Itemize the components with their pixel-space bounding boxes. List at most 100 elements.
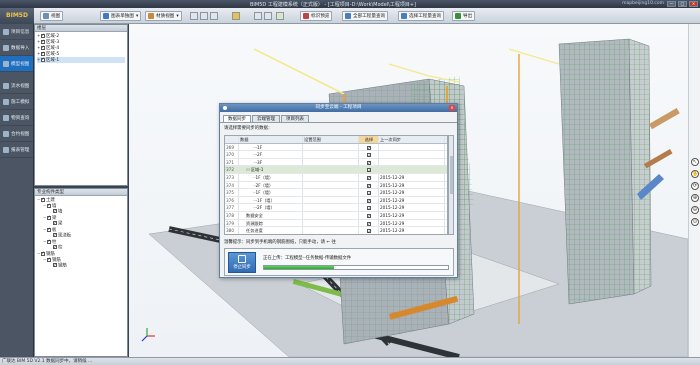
checkbox[interactable]	[47, 238, 51, 244]
col-header-data[interactable]: 数据	[239, 136, 303, 143]
nav-item-data-import[interactable]: 数据导入	[0, 40, 33, 56]
table-row[interactable]: 378 数据安全 2015-12-29	[225, 211, 447, 220]
checkbox[interactable]	[53, 220, 57, 226]
zoom-fit-icon[interactable]: ⊙	[691, 218, 699, 226]
export-button[interactable]: 导出	[452, 11, 476, 21]
row-select[interactable]	[359, 181, 379, 189]
maximize-button[interactable]: □	[678, 1, 687, 7]
highlight-tool-icon[interactable]	[232, 12, 240, 20]
nav-item-report[interactable]: 报表管理	[0, 142, 33, 158]
row-range[interactable]	[303, 143, 359, 151]
row-select[interactable]	[359, 151, 379, 158]
zoom-in-icon[interactable]: ⊕	[691, 194, 699, 202]
select-tool-icon[interactable]	[190, 12, 198, 20]
row-checkbox[interactable]	[367, 190, 371, 196]
checkbox[interactable]	[41, 32, 45, 38]
row-select[interactable]	[359, 219, 379, 227]
row-checkbox[interactable]	[367, 174, 371, 181]
row-range[interactable]	[303, 158, 359, 166]
nav-item-material-query[interactable]: 物资查询	[0, 110, 33, 126]
checkbox[interactable]	[47, 202, 51, 208]
chart-view-dropdown[interactable]: 图表单独图 ▾	[100, 11, 142, 21]
grid-scrollbar[interactable]	[448, 135, 454, 235]
row-checkbox[interactable]	[367, 182, 371, 188]
row-select[interactable]	[359, 158, 379, 166]
pointer-tool-icon[interactable]: ↖	[691, 158, 699, 166]
col-header-range[interactable]: 设置范围	[303, 136, 359, 143]
table-row[interactable]: 374┄2F（墙） 2015-12-29	[225, 181, 447, 190]
table-row[interactable]: 377┄-2F（墙） 2015-12-29	[225, 204, 447, 212]
stop-sync-button[interactable]: 停止同步	[228, 252, 256, 273]
rotate-tool-icon[interactable]: ⟳	[691, 182, 699, 190]
tab-project-list[interactable]: 项目列表	[281, 115, 309, 122]
query-selected-button[interactable]: 选择工程量查询	[398, 11, 445, 21]
table-row[interactable]: 372 ⊟ 区域-1	[225, 166, 447, 174]
row-checkbox[interactable]	[367, 159, 371, 165]
checkbox[interactable]	[53, 232, 57, 238]
table-row[interactable]: 380 任务进度 2015-12-29	[225, 227, 447, 234]
tag-preview-button[interactable]: 标识预览	[300, 11, 333, 21]
table-row[interactable]: 369 ┄-1F	[225, 143, 447, 152]
checkbox[interactable]	[41, 44, 45, 50]
dialog-close-icon[interactable]: ✕	[449, 105, 455, 111]
row-checkbox[interactable]	[367, 205, 371, 211]
grid-tool-icon[interactable]	[264, 12, 272, 20]
material-view-dropdown[interactable]: 材质视图 ▾	[145, 11, 182, 21]
checkbox[interactable]	[41, 196, 45, 202]
checkbox[interactable]	[41, 250, 45, 256]
row-select[interactable]	[359, 189, 379, 196]
row-select[interactable]	[359, 196, 379, 204]
row-select[interactable]	[359, 204, 379, 211]
table-row[interactable]: 371 ┄-3F	[225, 158, 447, 167]
checkbox[interactable]	[53, 208, 57, 214]
row-range[interactable]	[303, 196, 359, 204]
row-range[interactable]	[303, 151, 359, 158]
row-checkbox[interactable]	[367, 144, 371, 150]
scrollbar-thumb[interactable]	[450, 156, 453, 194]
row-select[interactable]	[359, 227, 379, 234]
tab-cloud-manage[interactable]: 云端管理	[252, 115, 280, 122]
row-select[interactable]	[359, 166, 379, 173]
zoom-out-icon[interactable]: ⊖	[691, 206, 699, 214]
checkbox[interactable]	[47, 256, 51, 262]
checkbox[interactable]	[47, 214, 51, 220]
row-checkbox[interactable]	[367, 197, 371, 203]
row-range[interactable]	[303, 219, 359, 227]
close-button[interactable]: ✕	[689, 1, 698, 7]
row-checkbox[interactable]	[367, 152, 371, 158]
query-all-button[interactable]: 全部工程量查询	[342, 11, 389, 21]
table-row[interactable]: 379 资源跟踪 2015-12-29	[225, 219, 447, 228]
checkbox[interactable]	[53, 244, 57, 250]
checkbox[interactable]	[41, 56, 45, 62]
checkbox[interactable]	[53, 262, 57, 268]
align-tool-icon[interactable]	[254, 12, 262, 20]
pan-tool-icon[interactable]: ✋	[691, 170, 699, 178]
nav-item-model-view[interactable]: 模型视图	[0, 56, 33, 72]
checkbox[interactable]	[41, 50, 45, 56]
checkbox[interactable]	[41, 38, 45, 44]
nav-item-project-info[interactable]: 项目信息	[0, 24, 33, 40]
row-range[interactable]	[303, 181, 359, 189]
view-button[interactable]: 视图	[40, 11, 64, 21]
checkbox[interactable]	[47, 226, 51, 232]
row-checkbox[interactable]	[367, 228, 371, 234]
row-checkbox[interactable]	[367, 167, 371, 173]
floor-item[interactable]: +区域-1	[37, 56, 125, 63]
component-item[interactable]: 钢筋	[37, 262, 125, 269]
col-header-select[interactable]: 选择	[359, 136, 379, 143]
row-select[interactable]	[359, 173, 379, 181]
row-checkbox[interactable]	[367, 220, 371, 226]
table-row[interactable]: 375┄1F（墙） 2015-12-29	[225, 189, 447, 197]
measure-tool-icon[interactable]	[210, 12, 218, 20]
col-header-last-sync[interactable]: 上一次同步	[379, 136, 445, 143]
table-row[interactable]: 373┄1F（墙） 2015-12-29	[225, 173, 447, 182]
section-tool-icon[interactable]	[276, 12, 284, 20]
row-select[interactable]	[359, 143, 379, 151]
nav-item-contract-view[interactable]: 合约视图	[0, 126, 33, 142]
row-range[interactable]	[303, 211, 359, 219]
row-range[interactable]	[303, 189, 359, 196]
table-row[interactable]: 370 ┄-2F	[225, 151, 447, 159]
filter-tool-icon[interactable]	[200, 12, 208, 20]
row-select[interactable]	[359, 211, 379, 219]
minimize-button[interactable]: —	[667, 1, 676, 7]
